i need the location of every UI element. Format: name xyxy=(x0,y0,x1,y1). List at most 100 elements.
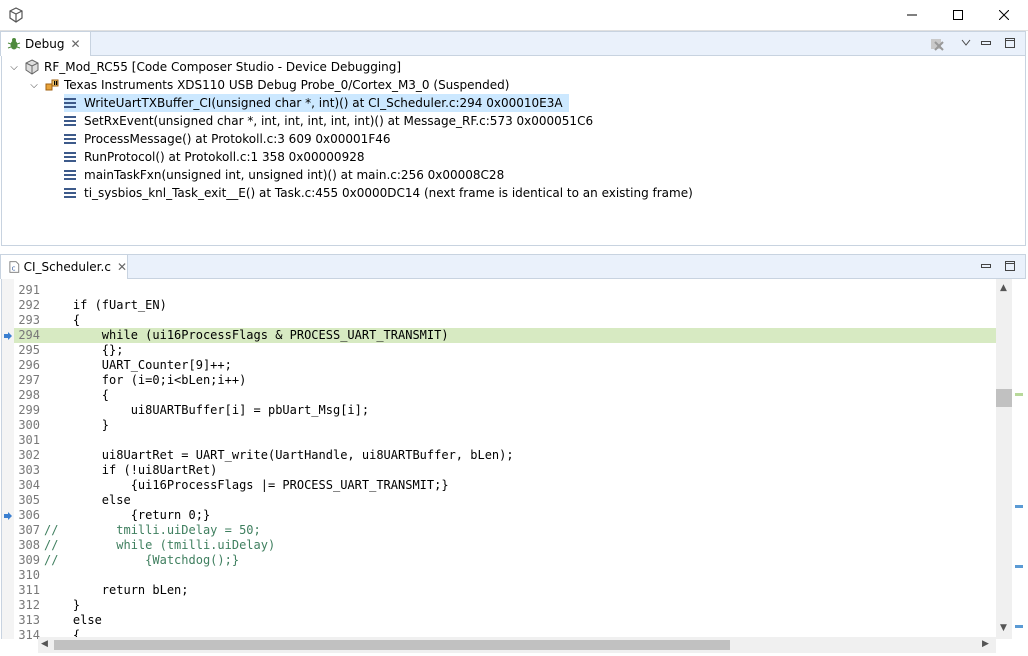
close-tab-icon[interactable]: ✕ xyxy=(117,260,127,274)
tab-debug[interactable]: Debug ✕ xyxy=(1,32,91,56)
chevron-down-icon[interactable]: ⌵ xyxy=(28,80,40,91)
code-editor[interactable]: 291 292 if (fUart_EN) 293 {294 while (ui16… xyxy=(1,279,1026,639)
minimize-button[interactable] xyxy=(889,0,935,30)
stack-frame-item[interactable]: ti_sysbios_knl_Task_exit__E() at Task.c:… xyxy=(64,184,693,202)
vertical-scroll-thumb[interactable] xyxy=(996,389,1012,407)
code-line[interactable]: 301 xyxy=(14,433,996,448)
code-line[interactable]: 312 } xyxy=(14,598,996,613)
code-line[interactable]: 295 {}; xyxy=(14,343,996,358)
line-number: 314 xyxy=(18,628,40,639)
line-number: 298 xyxy=(18,388,40,402)
code-line[interactable]: 310 xyxy=(14,568,996,583)
horizontal-scroll-thumb[interactable] xyxy=(54,640,730,650)
stack-frame-icon xyxy=(64,170,76,180)
line-number: 306 xyxy=(18,508,40,522)
minimize-view-icon[interactable] xyxy=(981,261,991,271)
code-text: return bLen; xyxy=(44,583,189,597)
code-line[interactable]: 304 {ui16ProcessFlags |= PROCESS_UART_TR… xyxy=(14,478,996,493)
tree-item-label: RF_Mod_RC55 [Code Composer Studio - Devi… xyxy=(44,60,402,74)
line-number: 296 xyxy=(18,358,40,372)
close-tab-icon[interactable]: ✕ xyxy=(70,37,80,51)
remove-terminated-icon[interactable] xyxy=(929,36,945,52)
line-number: 293 xyxy=(18,313,40,327)
debug-session-icon xyxy=(25,59,39,75)
instruction-pointer-icon xyxy=(4,512,12,520)
code-line[interactable]: 300 } xyxy=(14,418,996,433)
code-line[interactable]: 303 if (!ui8UartRet) xyxy=(14,463,996,478)
code-line[interactable]: 307 // tmilli.uiDelay = 50; xyxy=(14,523,996,538)
code-text: ui8UartRet = UART_write(UartHandle, ui8U… xyxy=(44,448,514,462)
code-line[interactable]: 302 ui8UartRet = UART_write(UartHandle, … xyxy=(14,448,996,463)
scroll-down-icon[interactable]: ▼ xyxy=(1000,623,1007,633)
suspended-thread-icon xyxy=(45,79,59,91)
vertical-scrollbar[interactable]: ▲ ▼ xyxy=(996,279,1012,639)
code-line[interactable]: 298 { xyxy=(14,388,996,403)
stack-frame-item[interactable]: SetRxEvent(unsigned char *, int, int, in… xyxy=(64,112,593,130)
editor-header: c CI_Scheduler.c ✕ xyxy=(0,254,1026,279)
stack-frame-label: ProcessMessage() at Protokoll.c:3 609 0x… xyxy=(84,132,391,146)
overview-mark[interactable] xyxy=(1015,625,1023,628)
scroll-right-icon[interactable]: ▶ xyxy=(982,639,989,649)
line-number: 299 xyxy=(18,403,40,417)
window-titlebar xyxy=(0,0,1028,31)
maximize-view-icon[interactable] xyxy=(1005,261,1015,271)
stack-frame-label: mainTaskFxn(unsigned int, unsigned int)(… xyxy=(84,168,505,182)
code-line[interactable]: 296 UART_Counter[9]++; xyxy=(14,358,996,373)
overview-mark[interactable] xyxy=(1015,565,1023,568)
code-line[interactable]: 297 for (i=0;i<bLen;i++) xyxy=(14,373,996,388)
code-text: if (!ui8UartRet) xyxy=(44,463,218,477)
stack-frame-item[interactable]: mainTaskFxn(unsigned int, unsigned int)(… xyxy=(64,166,504,184)
overview-ruler[interactable] xyxy=(1012,279,1026,639)
line-number: 310 xyxy=(18,568,40,582)
minimize-view-icon[interactable] xyxy=(981,38,991,48)
maximize-view-icon[interactable] xyxy=(1005,38,1015,48)
line-number: 297 xyxy=(18,373,40,387)
code-line[interactable]: 313 else xyxy=(14,613,996,628)
code-text: else xyxy=(44,493,131,507)
line-number: 295 xyxy=(18,343,40,357)
code-text: } xyxy=(44,598,81,612)
scroll-up-icon[interactable]: ▲ xyxy=(1000,283,1007,293)
code-text: // {Watchdog();} xyxy=(44,553,240,567)
stack-frame-item[interactable]: ProcessMessage() at Protokoll.c:3 609 0x… xyxy=(64,130,391,148)
code-line[interactable]: 292 if (fUart_EN) xyxy=(14,298,996,313)
code-text: else xyxy=(44,613,102,627)
maximize-button[interactable] xyxy=(935,0,981,30)
tab-ci-scheduler[interactable]: c CI_Scheduler.c ✕ xyxy=(1,255,128,279)
code-line[interactable]: 299 ui8UARTBuffer[i] = pbUart_Msg[i]; xyxy=(14,403,996,418)
code-line[interactable]: 308 // while (tmilli.uiDelay) xyxy=(14,538,996,553)
line-number: 312 xyxy=(18,598,40,612)
code-line[interactable]: 305 else xyxy=(14,493,996,508)
scroll-left-icon[interactable]: ◀ xyxy=(41,639,48,649)
stack-frame-icon xyxy=(64,152,76,162)
stack-frame-icon xyxy=(64,188,76,198)
code-line[interactable]: 306 {return 0;} xyxy=(14,508,996,523)
line-number: 294 xyxy=(18,328,40,342)
overview-mark[interactable] xyxy=(1015,393,1023,396)
stack-frame-item[interactable]: WriteUartTXBuffer_CI(unsigned char *, in… xyxy=(64,94,569,112)
close-button[interactable] xyxy=(981,0,1027,30)
line-number: 313 xyxy=(18,613,40,627)
line-number: 291 xyxy=(18,283,40,297)
chevron-down-icon[interactable]: ⌵ xyxy=(8,62,20,73)
overview-mark[interactable] xyxy=(1015,505,1023,508)
debug-view-header: Debug ✕ xyxy=(0,31,1026,56)
code-line[interactable]: 291 xyxy=(14,283,996,298)
code-line[interactable]: 311 return bLen; xyxy=(14,583,996,598)
svg-text:c: c xyxy=(12,264,16,273)
view-menu-icon[interactable] xyxy=(961,39,971,47)
code-line[interactable]: 293 { xyxy=(14,313,996,328)
line-number: 302 xyxy=(18,448,40,462)
current-code-line[interactable]: 294 while (ui16ProcessFlags & PROCESS_UA… xyxy=(14,328,996,343)
horizontal-scrollbar[interactable]: ◀ ▶ xyxy=(38,637,996,653)
stack-frame-label: ti_sysbios_knl_Task_exit__E() at Task.c:… xyxy=(84,186,693,200)
line-number: 300 xyxy=(18,418,40,432)
tree-item-label: Texas Instruments XDS110 USB Debug Probe… xyxy=(64,78,510,92)
stack-frame-item[interactable]: RunProtocol() at Protokoll.c:1 358 0x000… xyxy=(64,148,364,166)
tree-item-thread[interactable]: ⌵ Texas Instruments XDS110 USB Debug Pro… xyxy=(28,76,509,94)
tree-item-session[interactable]: ⌵ RF_Mod_RC55 [Code Composer Studio - De… xyxy=(8,58,401,76)
line-number: 308 xyxy=(18,538,40,552)
stack-frame-label: RunProtocol() at Protokoll.c:1 358 0x000… xyxy=(84,150,365,164)
code-line[interactable]: 309 // {Watchdog();} xyxy=(14,553,996,568)
app-icon xyxy=(9,7,23,23)
